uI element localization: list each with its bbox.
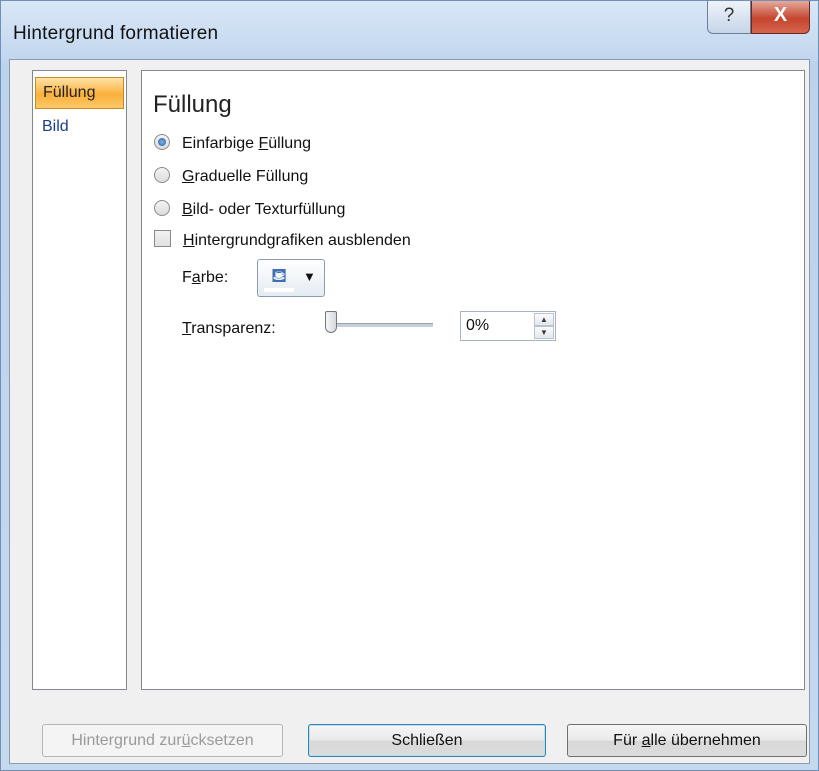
window-title: Hintergrund formatieren xyxy=(13,23,219,44)
transparency-slider-track[interactable] xyxy=(327,323,433,327)
help-button[interactable]: ? xyxy=(707,1,751,34)
spin-up-icon[interactable]: ▲ xyxy=(534,313,554,326)
fill-settings-panel: Füllung Einfarbige Füllung Graduelle Fül… xyxy=(141,70,805,690)
nav-item-fill[interactable]: Füllung xyxy=(35,77,124,109)
reset-background-button[interactable]: Hintergrund zurücksetzen xyxy=(42,724,283,757)
hide-background-graphics-checkbox[interactable] xyxy=(154,230,171,248)
category-nav: Füllung Bild xyxy=(32,70,127,690)
solid-fill-radio[interactable] xyxy=(154,133,170,150)
color-label: Farbe: xyxy=(182,269,229,286)
gradient-fill-radio[interactable] xyxy=(154,166,170,183)
panel-heading: Füllung xyxy=(153,91,232,118)
transparency-input[interactable] xyxy=(464,315,528,337)
nav-item-picture[interactable]: Bild xyxy=(35,111,124,143)
dialog-window: Hintergrund formatieren ? X Füllung Bild… xyxy=(0,0,819,771)
chevron-down-icon: ▼ xyxy=(303,269,316,284)
gradient-fill-option[interactable]: Graduelle Füllung xyxy=(154,166,308,188)
transparency-label: Transparenz: xyxy=(182,320,276,337)
paint-bucket-icon: ⛾ xyxy=(264,264,294,292)
help-icon: ? xyxy=(723,5,735,26)
picture-fill-radio[interactable] xyxy=(154,199,170,216)
close-window-button[interactable]: X xyxy=(751,1,810,34)
solid-fill-option[interactable]: Einfarbige Füllung xyxy=(154,133,311,155)
transparency-spinner: ▲ ▼ xyxy=(460,311,556,341)
title-bar[interactable]: Hintergrund formatieren ? X xyxy=(1,1,818,61)
solid-fill-label: Einfarbige Füllung xyxy=(182,135,311,152)
apply-to-all-button[interactable]: Für alle übernehmen xyxy=(567,724,807,757)
hide-background-graphics-option[interactable]: Hintergrundgrafiken ausblenden xyxy=(154,230,411,252)
close-button[interactable]: Schließen xyxy=(308,724,546,757)
spin-down-icon[interactable]: ▼ xyxy=(534,326,554,339)
close-icon: X xyxy=(773,4,788,26)
picture-fill-label: Bild- oder Texturfüllung xyxy=(182,201,346,218)
hide-background-graphics-label: Hintergrundgrafiken ausblenden xyxy=(183,232,411,249)
gradient-fill-label: Graduelle Füllung xyxy=(182,168,309,185)
transparency-slider-thumb[interactable] xyxy=(325,311,337,333)
picture-fill-option[interactable]: Bild- oder Texturfüllung xyxy=(154,199,345,221)
dialog-client-area: Füllung Bild Füllung Einfarbige Füllung … xyxy=(9,59,810,764)
color-picker-button[interactable]: ⛾ ▼ xyxy=(257,259,325,297)
